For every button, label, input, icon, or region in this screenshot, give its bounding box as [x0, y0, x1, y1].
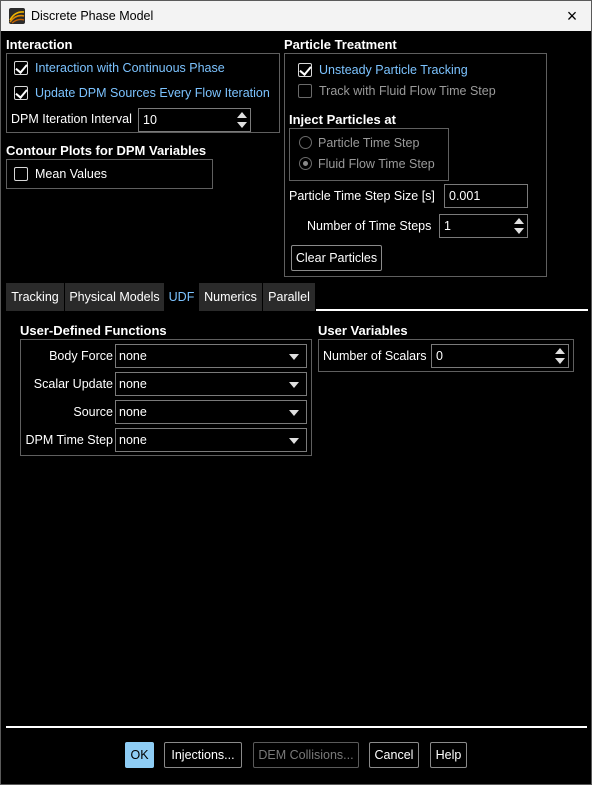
close-icon[interactable]: ×: [561, 5, 583, 27]
tab-parallel[interactable]: Parallel: [263, 283, 316, 311]
scalar-update-label: Scalar Update: [33, 377, 113, 391]
ok-button[interactable]: OK: [125, 742, 154, 768]
spinner-icon[interactable]: [555, 347, 565, 365]
body-force-label: Body Force: [49, 349, 113, 363]
iteration-interval-field[interactable]: 10: [138, 108, 251, 132]
particle-treatment-title: Particle Treatment: [284, 37, 397, 52]
track-fluid-checkbox[interactable]: [298, 84, 312, 98]
spinner-icon[interactable]: [514, 217, 524, 235]
fluid-flow-time-step-radio[interactable]: [299, 157, 312, 170]
dpm-time-step-value: none: [119, 433, 147, 447]
particle-time-step-label[interactable]: Particle Time Step: [318, 136, 419, 150]
mean-values-checkbox[interactable]: [14, 167, 28, 181]
contour-title: Contour Plots for DPM Variables: [6, 143, 207, 158]
track-fluid-label[interactable]: Track with Fluid Flow Time Step: [319, 84, 496, 98]
footer-divider: [6, 726, 587, 728]
chevron-down-icon: [289, 354, 299, 360]
tab-underline: [316, 309, 588, 311]
mean-values-label[interactable]: Mean Values: [35, 167, 107, 181]
source-label: Source: [73, 405, 113, 419]
num-time-steps-field[interactable]: 1: [439, 214, 528, 238]
interaction-title: Interaction: [6, 37, 73, 52]
chevron-down-icon: [289, 382, 299, 388]
particle-treatment-group: Unsteady Particle Tracking Track with Fl…: [284, 53, 547, 277]
num-time-steps-label: Number of Time Steps: [307, 219, 432, 233]
interaction-group: Interaction with Continuous Phase Update…: [6, 53, 280, 133]
source-select[interactable]: none: [115, 400, 307, 424]
udf-title: User-Defined Functions: [20, 323, 167, 338]
time-step-size-field[interactable]: 0.001: [444, 184, 528, 208]
cancel-button[interactable]: Cancel: [369, 742, 419, 768]
injections-button[interactable]: Injections...: [164, 742, 242, 768]
fluent-app-icon: [9, 8, 25, 24]
tab-tracking[interactable]: Tracking: [6, 283, 65, 311]
num-scalars-value: 0: [436, 349, 443, 363]
body-force-value: none: [119, 349, 147, 363]
particle-time-step-radio[interactable]: [299, 136, 312, 149]
dpm-time-step-select[interactable]: none: [115, 428, 307, 452]
user-variables-title: User Variables: [318, 323, 408, 338]
clear-particles-button[interactable]: Clear Particles: [291, 245, 382, 271]
continuous-phase-checkbox[interactable]: [14, 61, 28, 75]
user-variables-group: Number of Scalars 0: [318, 339, 574, 372]
contour-group: Mean Values: [6, 159, 213, 189]
continuous-phase-label[interactable]: Interaction with Continuous Phase: [35, 61, 225, 75]
num-scalars-field[interactable]: 0: [431, 344, 569, 368]
time-step-size-value: 0.001: [449, 189, 481, 203]
tab-udf[interactable]: UDF: [165, 283, 199, 311]
tab-physical-models[interactable]: Physical Models: [65, 283, 165, 311]
update-sources-label[interactable]: Update DPM Sources Every Flow Iteration: [35, 86, 270, 100]
scalar-update-value: none: [119, 377, 147, 391]
chevron-down-icon: [289, 410, 299, 416]
tab-numerics[interactable]: Numerics: [199, 283, 263, 311]
spinner-icon[interactable]: [237, 111, 247, 129]
time-step-size-label: Particle Time Step Size [s]: [289, 189, 435, 203]
help-button[interactable]: Help: [430, 742, 467, 768]
unsteady-tracking-label[interactable]: Unsteady Particle Tracking: [319, 63, 468, 77]
iteration-interval-label: DPM Iteration Interval: [11, 112, 132, 126]
chevron-down-icon: [289, 438, 299, 444]
inject-particles-group: Particle Time Step Fluid Flow Time Step: [289, 128, 449, 181]
iteration-interval-value: 10: [143, 113, 157, 127]
dem-collisions-button[interactable]: DEM Collisions...: [253, 742, 359, 768]
window-title: Discrete Phase Model: [31, 9, 154, 23]
inject-particles-title: Inject Particles at: [289, 112, 396, 127]
udf-group: Body Force none Scalar Update none Sourc…: [20, 339, 312, 456]
discrete-phase-model-dialog: Discrete Phase Model × Interaction Inter…: [0, 0, 592, 785]
dpm-time-step-label: DPM Time Step: [25, 433, 113, 447]
fluid-flow-time-step-label[interactable]: Fluid Flow Time Step: [318, 157, 435, 171]
source-value: none: [119, 405, 147, 419]
update-sources-checkbox[interactable]: [14, 86, 28, 100]
title-bar: Discrete Phase Model ×: [1, 1, 591, 31]
unsteady-tracking-checkbox[interactable]: [298, 63, 312, 77]
body-force-select[interactable]: none: [115, 344, 307, 368]
num-time-steps-value: 1: [444, 219, 451, 233]
num-scalars-label: Number of Scalars: [323, 349, 427, 363]
scalar-update-select[interactable]: none: [115, 372, 307, 396]
